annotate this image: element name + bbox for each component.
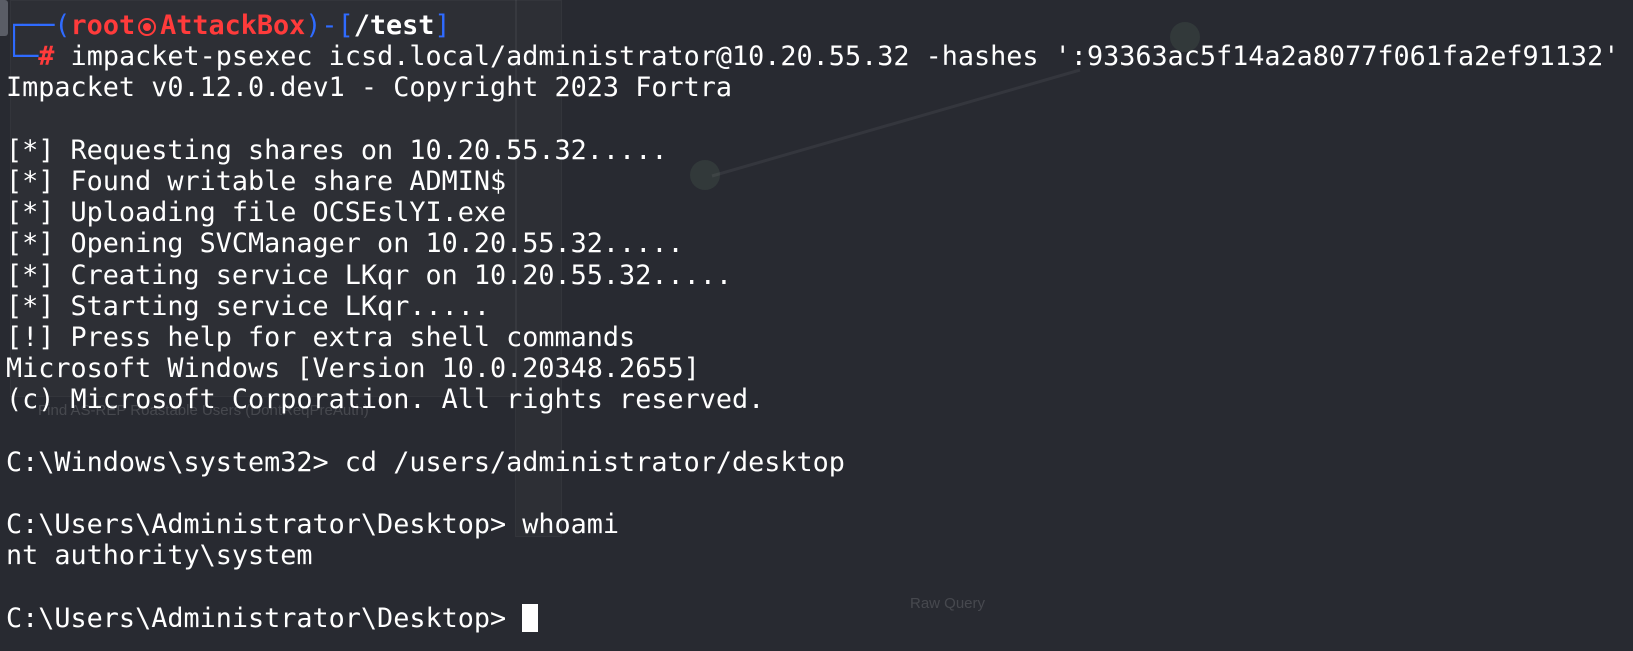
prompt-separator: )-[ [305,10,354,41]
output-line: nt authority\system [6,540,313,572]
prompt-line: ┌──(root AttackBox)-[/test] [6,10,1633,41]
prompt-host: AttackBox [160,10,306,41]
prompt-path: /test [353,10,435,41]
prompt-user: root [70,10,136,41]
skull-icon [138,18,157,36]
input-line[interactable]: C:\Users\Administrator\Desktop> [6,603,1633,634]
output-line: C:\Windows\system32> cd /users/administr… [6,446,845,478]
output-line: [*] Opening SVCManager on 10.20.55.32...… [6,228,684,260]
text-cursor[interactable] [522,603,539,632]
prompt-close: ] [434,10,451,41]
prompt-hash: # [38,41,55,73]
output-line: Microsoft Windows [Version 10.0.20348.26… [6,353,700,385]
output-line: [!] Press help for extra shell commands [6,321,636,353]
output-line: Impacket v0.12.0.dev1 - Copyright 2023 F… [6,72,732,104]
prompt-corner-top: ┌──( [6,10,71,41]
output-line: [*] Found writable share ADMIN$ [6,165,507,197]
output-line: [*] Creating service LKqr on 10.20.55.32… [6,259,732,291]
output-line: [*] Uploading file OCSEslYI.exe [6,197,507,229]
output-line: [*] Starting service LKqr..... [6,290,490,322]
command-line: └─# impacket-psexec icsd.local/administr… [6,41,1633,72]
output-line: [*] Requesting shares on 10.20.55.32....… [6,134,668,166]
command-text: impacket-psexec icsd.local/administrator… [54,41,1620,73]
output-line: (c) Microsoft Corporation. All rights re… [6,384,765,416]
terminal-output: ┌──(root AttackBox)-[/test] └─# impacket-… [6,10,1633,634]
output-line: C:\Users\Administrator\Desktop> whoami [6,509,620,540]
prompt-corner-bottom: └─ [6,41,39,73]
terminal-window[interactable]: Find AS-REP Roastable Users (DontReqPreA… [0,0,1633,651]
current-prompt: C:\Users\Administrator\Desktop> [6,602,523,634]
